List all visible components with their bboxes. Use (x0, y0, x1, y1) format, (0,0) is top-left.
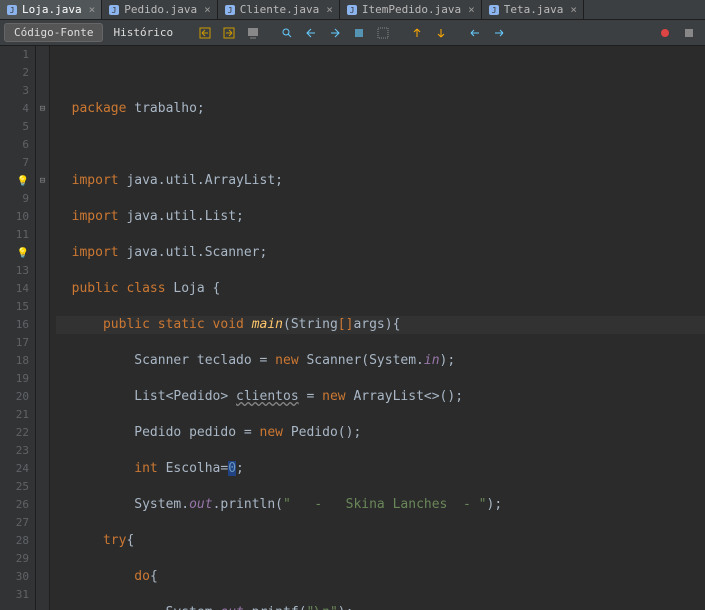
tab-label: Cliente.java (240, 3, 319, 16)
tab-label: Teta.java (504, 3, 564, 16)
line-number-gutter: 1234567💡91011💡13141516171819202122232425… (0, 46, 36, 610)
java-file-icon: J (488, 4, 500, 16)
svg-text:J: J (112, 6, 117, 15)
java-file-icon: J (108, 4, 120, 16)
toggle-highlight-icon[interactable] (348, 22, 370, 44)
find-next-icon[interactable] (324, 22, 346, 44)
nav-back-icon[interactable] (194, 22, 216, 44)
find-prev-icon[interactable] (300, 22, 322, 44)
java-file-icon: J (224, 4, 236, 16)
close-icon[interactable]: × (570, 3, 577, 16)
java-file-icon: J (346, 4, 358, 16)
tab-label: ItemPedido.java (362, 3, 461, 16)
code-area[interactable]: package trabalho; import java.util.Array… (50, 46, 705, 610)
tab-itempedido[interactable]: J ItemPedido.java × (340, 0, 482, 19)
tab-loja[interactable]: J Loja.java × (0, 0, 102, 19)
shift-line-down-icon[interactable] (430, 22, 452, 44)
svg-text:J: J (349, 6, 354, 15)
find-selection-icon[interactable] (276, 22, 298, 44)
next-bookmark-icon[interactable] (488, 22, 510, 44)
file-tabs: J Loja.java × J Pedido.java × J Cliente.… (0, 0, 705, 20)
svg-text:J: J (227, 6, 232, 15)
stop-macro-icon[interactable] (678, 22, 700, 44)
tab-label: Loja.java (22, 3, 82, 16)
prev-bookmark-icon[interactable] (464, 22, 486, 44)
fold-gutter: ⊟⊟ (36, 46, 50, 610)
tab-cliente[interactable]: J Cliente.java × (218, 0, 340, 19)
java-file-icon: J (6, 4, 18, 16)
hint-bulb-icon[interactable]: 💡 (17, 176, 29, 187)
shift-line-up-icon[interactable] (406, 22, 428, 44)
dropdown-icon[interactable] (242, 22, 264, 44)
code-editor[interactable]: 1234567💡91011💡13141516171819202122232425… (0, 46, 705, 610)
source-view-button[interactable]: Código-Fonte (4, 23, 103, 42)
editor-toolbar: Código-Fonte Histórico (0, 20, 705, 46)
nav-forward-icon[interactable] (218, 22, 240, 44)
close-icon[interactable]: × (468, 3, 475, 16)
toggle-rect-select-icon[interactable] (372, 22, 394, 44)
tab-teta[interactable]: J Teta.java × (482, 0, 584, 19)
close-icon[interactable]: × (326, 3, 333, 16)
svg-text:J: J (491, 6, 496, 15)
record-macro-icon[interactable] (654, 22, 676, 44)
close-icon[interactable]: × (89, 3, 96, 16)
hint-bulb-icon[interactable]: 💡 (17, 248, 29, 259)
close-icon[interactable]: × (204, 3, 211, 16)
tab-pedido[interactable]: J Pedido.java × (102, 0, 217, 19)
history-view-button[interactable]: Histórico (103, 23, 183, 42)
kw-package: package (72, 101, 127, 116)
tab-label: Pedido.java (124, 3, 197, 16)
svg-text:J: J (10, 6, 15, 15)
